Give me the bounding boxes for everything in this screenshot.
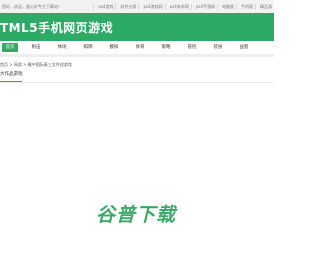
breadcrumb: 首页 > 网游 > 模中国际真三文件战游戏: [0, 62, 72, 67]
nav-item-adventure[interactable]: 冒险: [184, 43, 200, 52]
nav-item-puzzle[interactable]: 益智: [236, 43, 252, 52]
section-header: 大作品游戏: [0, 71, 274, 83]
category-nav: 首页 射击 休闲 棋牌 模拟 体育 策略 冒险 装扮 益智: [0, 41, 274, 54]
top-link[interactable]: 软件分类: [115, 3, 138, 10]
divider: [0, 54, 274, 57]
section-line: [0, 82, 274, 83]
top-link[interactable]: ps4手游网: [190, 3, 217, 10]
top-link[interactable]: ps4安卓网: [164, 3, 191, 10]
top-link[interactable]: 手机版: [236, 3, 255, 10]
section-title: 大作品游戏: [0, 72, 23, 77]
nav-item-casual[interactable]: 休闲: [54, 43, 70, 52]
site-header: TML5手机网页游戏: [0, 13, 274, 41]
top-link[interactable]: 电脑版: [217, 3, 236, 10]
top-link[interactable]: ps4游戏: [93, 3, 115, 10]
nav-item-simulation[interactable]: 模拟: [106, 43, 122, 52]
nav-item-home[interactable]: 首页: [2, 43, 18, 52]
top-bar: 您好，欢迎，放心好专主下载站！ ps4游戏 软件分类 ps4游戏网 ps4安卓网…: [0, 0, 274, 14]
nav-item-dressup[interactable]: 装扮: [210, 43, 226, 52]
top-link[interactable]: 精品游: [255, 3, 274, 10]
welcome-text: 您好，欢迎，放心好专主下载站！: [2, 4, 62, 9]
nav-item-strategy[interactable]: 策略: [158, 43, 174, 52]
top-link[interactable]: ps4游戏网: [138, 3, 164, 10]
nav-item-sports[interactable]: 体育: [132, 43, 148, 52]
site-logo[interactable]: TML5手机网页游戏: [0, 19, 113, 36]
nav-item-board[interactable]: 棋牌: [80, 43, 96, 52]
nav-item-shooting[interactable]: 射击: [28, 43, 44, 52]
watermark-logo: 谷普下载: [96, 204, 177, 226]
top-nav: ps4游戏 软件分类 ps4游戏网 ps4安卓网 ps4手游网 电脑版 手机版 …: [93, 0, 274, 13]
